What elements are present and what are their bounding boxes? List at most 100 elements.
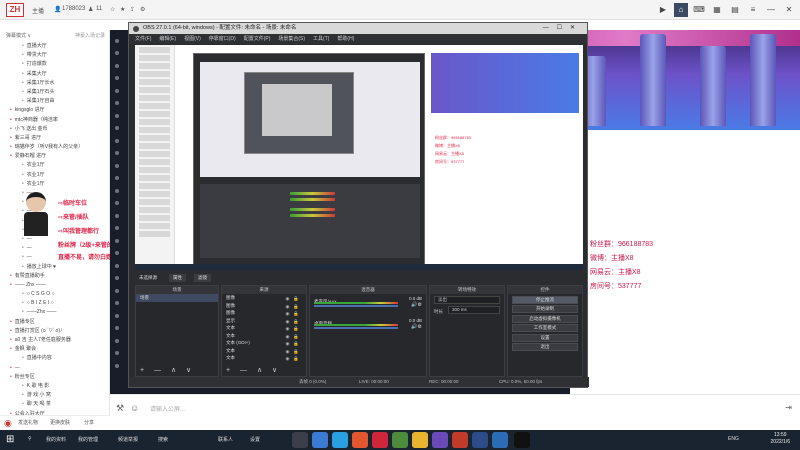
mode-selector[interactable]: 弹幕模式 ∨ [6,33,31,39]
scene-item[interactable]: 场景 [136,294,218,302]
play-icon[interactable]: ▶ [656,3,670,17]
obs-menu-item[interactable]: 场景集合(S) [278,34,305,44]
channel-item[interactable]: —— Zhx —— [0,281,109,290]
taskbar-app-icon[interactable] [352,432,368,448]
taskbar-app-icon[interactable] [292,432,308,448]
channel-item[interactable]: 直播专区 [0,318,109,327]
properties-button[interactable]: 属性 [169,273,186,282]
footer-button[interactable]: 更换皮肤 [50,419,70,426]
taskbar-item[interactable]: 设置 [250,436,260,443]
taskbar-item[interactable]: 我的管理 [78,436,98,443]
channel-item[interactable]: ——Zhx —— [0,308,109,317]
channel-item[interactable]: 打造爆款 [0,60,109,69]
taskbar-item[interactable]: 频道举报 [118,436,138,443]
grid2-icon[interactable]: ▤ [728,3,742,17]
channel-item[interactable]: 游 戏 小 窝 [0,391,109,400]
send-icon[interactable]: ⇥ [785,403,792,412]
obs-menu-item[interactable]: 工具(T) [313,34,329,44]
channel-item[interactable]: 紫三哥 进厅 [0,134,109,143]
channel-item[interactable]: 播放上球中 ♥ [0,263,109,272]
channel-item[interactable]: 直播大厅 [0,42,109,51]
source-item[interactable]: 文本 (GDI+) ◉🔒 [222,339,306,347]
source-item[interactable]: 文本 ◉🔒 [222,324,306,332]
source-item[interactable]: 图像 ◉🔒 [222,309,306,317]
toolbox-icon[interactable]: ⚒ [116,403,124,414]
channel-item[interactable]: 采集1厅长水 [0,79,109,88]
avatar[interactable]: ◉ [4,418,12,429]
vip-entry-log[interactable]: 神豪入场记录 [75,32,105,39]
taskbar-search-icon[interactable]: ⚲ [28,436,32,442]
volume-slider[interactable] [314,327,398,329]
mute-icon[interactable]: 🔊⚙ [411,324,422,330]
taskbar-item[interactable]: 我的资料 [46,436,66,443]
favorite-filled-icon[interactable]: ★ [120,6,125,13]
channel-item[interactable]: a0 吉 主人7老任庭服务器 [0,336,109,345]
chat-input[interactable]: 请输入公屏... [150,404,185,413]
taskbar-app-icon[interactable] [452,432,468,448]
channel-item[interactable]: 粉丝专区 [0,373,109,382]
obs-control-button[interactable]: 停止推流 [512,295,578,304]
obs-menu-item[interactable]: 配置文件(P) [244,34,271,44]
obs-menu-item[interactable]: 视图(V) [184,34,201,44]
channel-item[interactable]: 采集1厅自由 [0,97,109,106]
obs-control-button[interactable]: 设置 [512,333,578,342]
obs-taskbar-icon[interactable] [514,432,530,448]
channel-item[interactable]: 农业1厅 [0,180,109,189]
channel-item[interactable]: — [0,189,109,198]
channel-item[interactable]: K 歌 电 影 [0,382,109,391]
taskbar-app-icon[interactable] [312,432,328,448]
taskbar-app-icon[interactable] [332,432,348,448]
taskbar-app-icon[interactable] [432,432,448,448]
mute-icon[interactable]: 🔊⚙ [411,302,422,308]
visibility-lock-icon[interactable]: ◉🔒 [285,355,303,363]
source-item[interactable]: 文本 ◉🔒 [222,354,306,362]
source-actions[interactable]: + — ∧ ∨ [226,366,281,374]
taskbar-item[interactable]: 联系人 [218,436,233,443]
list-icon[interactable]: ≡ [746,3,760,17]
share-icon[interactable]: ⇪ [130,6,135,13]
source-item[interactable]: 图像 ◉🔒 [222,294,306,302]
source-item[interactable]: 文本 ◉🔒 [222,332,306,340]
obs-menu-item[interactable]: 停靠窗口(D) [209,34,236,44]
taskbar-item[interactable]: 搜索 [158,436,168,443]
channel-item[interactable]: ○ B I Z E I ○ [0,299,109,308]
obs-menu-item[interactable]: 文件(F) [135,34,151,44]
obs-menu-item[interactable]: 帮助(H) [337,34,354,44]
taskbar-app-icon[interactable] [492,432,508,448]
duration-input[interactable]: 300 ms [448,306,500,314]
minimize-icon[interactable]: — [764,3,778,17]
gamepad-icon[interactable]: ⌨ [692,3,706,17]
channel-item[interactable]: 小飞 送出 金币 [0,125,109,134]
grid-icon[interactable]: ▦ [710,3,724,17]
channel-item[interactable]: 农业1厅 [0,161,109,170]
settings-icon[interactable]: ⚙ [140,6,145,13]
channel-item[interactable]: 直播打赏区 (o ´▽` o)ﾉ [0,327,109,336]
channel-item[interactable]: 爱静石榴 进厅 [0,152,109,161]
obs-preview[interactable]: 粉丝群：966188783 微博：主播X8 网易云：主播X8 房间号：53777… [135,45,583,270]
channel-item[interactable]: 农业1厅 [0,171,109,180]
channel-item[interactable]: ○ C S G O ○ [0,290,109,299]
channel-item[interactable]: 直播中内容 [0,354,109,363]
tray-language[interactable]: ENG [728,436,739,442]
source-item[interactable]: 文本 ◉🔒 [222,347,306,355]
channel-item[interactable]: 采集1厅石头 [0,88,109,97]
obs-control-button[interactable]: 启动虚拟摄像机 [512,314,578,323]
filters-button[interactable]: 滤镜 [194,273,211,282]
taskbar-app-icon[interactable] [392,432,408,448]
scene-actions[interactable]: + — ∧ ∨ [140,366,195,374]
close-icon[interactable]: ✕ [782,3,796,17]
taskbar-clock[interactable]: 13:59 2022/1/6 [771,432,790,446]
taskbar-app-icon[interactable] [472,432,488,448]
channel-item[interactable]: 聊 天 喝 茶 [0,400,109,409]
channel-item[interactable]: — [0,364,109,373]
favorite-icon[interactable]: ☆ [110,6,115,13]
channel-item[interactable]: 采集大厅 [0,70,109,79]
channel-item[interactable]: 带货大厅 [0,51,109,60]
obs-control-button[interactable]: 工作室模式 [512,324,578,332]
taskbar-app-icon[interactable] [372,432,388,448]
obs-control-button[interactable]: 开始录制 [512,305,578,313]
footer-button[interactable]: 发送礼物 [18,419,38,426]
obs-menu-item[interactable]: 编辑(E) [159,34,176,44]
emoji-icon[interactable]: ☺ [130,403,139,413]
volume-slider[interactable] [314,305,398,307]
